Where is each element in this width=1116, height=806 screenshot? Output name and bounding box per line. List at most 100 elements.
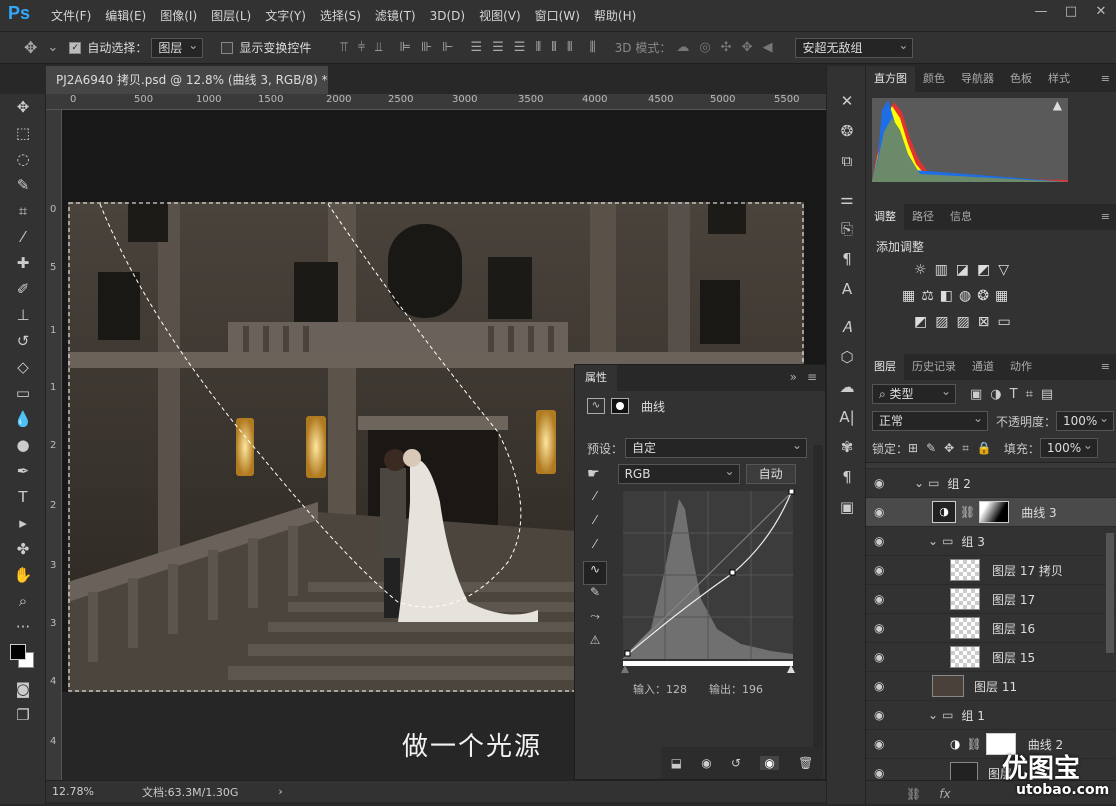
link-icon[interactable]: ⛓ bbox=[960, 505, 975, 519]
status-menu-icon[interactable]: › bbox=[278, 785, 282, 798]
tab-channels[interactable]: 通道 bbox=[964, 354, 1002, 380]
layer-row-group-3[interactable]: ◉ ⌄ ▭ 组 3 bbox=[866, 527, 1116, 556]
align-bottom-icon[interactable]: ⫫ bbox=[375, 40, 382, 55]
timeline-icon[interactable]: ▣ bbox=[827, 492, 867, 522]
align-top-icon[interactable]: ⫪ bbox=[340, 40, 347, 55]
expand-arrow-icon[interactable]: ⌄ bbox=[928, 534, 938, 548]
tab-swatches[interactable]: 色板 bbox=[1002, 66, 1040, 92]
visibility-eye-icon[interactable]: ◉ bbox=[874, 679, 884, 693]
panel-menu-icon[interactable]: ≡ bbox=[1101, 66, 1110, 92]
workspace-dropdown[interactable]: 安超无敌组 bbox=[795, 36, 914, 58]
tab-histogram[interactable]: 直方图 bbox=[866, 66, 915, 92]
document-tab[interactable]: PJ2A6940 拷贝.psd @ 12.8% (曲线 3, RGB/8) * … bbox=[46, 66, 328, 94]
quick-mask-icon[interactable]: ◙ bbox=[0, 676, 46, 702]
view-previous-icon[interactable]: ◉ bbox=[701, 756, 711, 770]
layers-scrollbar[interactable] bbox=[1106, 533, 1114, 653]
curves-graph[interactable] bbox=[621, 489, 797, 673]
healing-tool-icon[interactable]: ✚ bbox=[0, 250, 46, 276]
character-style-icon[interactable]: ¶ bbox=[827, 244, 867, 274]
color-lookup-icon[interactable]: ▦ bbox=[995, 288, 1008, 304]
eraser-tool-icon[interactable]: ◇ bbox=[0, 354, 46, 380]
tab-color[interactable]: 颜色 bbox=[915, 66, 953, 92]
layer-row-layer-17[interactable]: ◉ 图层 17 bbox=[866, 585, 1116, 614]
visibility-eye-icon[interactable]: ◉ bbox=[874, 563, 884, 577]
collapse-icon[interactable]: » bbox=[790, 370, 797, 384]
zoom-tool-icon[interactable]: ⌕ bbox=[0, 588, 46, 614]
quick-select-tool-icon[interactable]: ✎ bbox=[0, 172, 46, 198]
tab-layers[interactable]: 图层 bbox=[866, 354, 904, 380]
invert-icon[interactable]: ◩ bbox=[914, 314, 927, 330]
color-balance-icon[interactable]: ⚖ bbox=[921, 288, 934, 304]
glyphs-icon[interactable]: A| bbox=[827, 402, 867, 432]
channel-mixer-icon[interactable]: ❂ bbox=[977, 288, 989, 304]
sliders-icon[interactable]: ⚌ bbox=[827, 184, 867, 214]
tab-info[interactable]: 信息 bbox=[942, 204, 980, 230]
menu-view[interactable]: 视图(V) bbox=[472, 0, 528, 32]
expand-arrow-icon[interactable]: ⌄ bbox=[928, 708, 938, 722]
expand-arrow-icon[interactable]: ⌄ bbox=[914, 476, 924, 490]
crop-tool-icon[interactable]: ⌗ bbox=[0, 198, 46, 224]
menu-image[interactable]: 图像(I) bbox=[153, 0, 204, 32]
tab-paths[interactable]: 路径 bbox=[904, 204, 942, 230]
history-brush-tool-icon[interactable]: ↺ bbox=[0, 328, 46, 354]
swap-icon[interactable]: ⧉ bbox=[827, 146, 867, 176]
dodge-tool-icon[interactable]: ● bbox=[0, 432, 46, 458]
lasso-tool-icon[interactable]: ◌ bbox=[0, 146, 46, 172]
tools-icon[interactable]: ✕ bbox=[827, 86, 867, 116]
properties-tab[interactable]: 属性 bbox=[575, 365, 617, 391]
properties-scrollbar[interactable] bbox=[813, 445, 823, 755]
maximize-button[interactable]: □ bbox=[1056, 0, 1086, 24]
shape-tool-icon[interactable]: ✤ bbox=[0, 536, 46, 562]
target-adjust-icon[interactable]: ☛ bbox=[587, 466, 600, 482]
orbit-3d-icon[interactable]: ☁ bbox=[676, 40, 689, 55]
drag-3d-icon[interactable]: ✣ bbox=[721, 40, 732, 55]
align-vcenter-icon[interactable]: ⫩ bbox=[358, 40, 365, 55]
paragraph-icon[interactable]: ¶ bbox=[827, 462, 867, 492]
pen-tool-icon[interactable]: ✒ bbox=[0, 458, 46, 484]
auto-align-icon[interactable]: ⫼ bbox=[590, 40, 596, 55]
warning-icon[interactable]: ▲ bbox=[1053, 98, 1062, 112]
lock-icons[interactable]: ⊞✎✥⌗🔒 bbox=[908, 441, 1000, 456]
filter-icons[interactable]: ▣◑T⌗▤ bbox=[970, 387, 1061, 402]
distribute-hcenter-icon[interactable]: ⦀ bbox=[551, 40, 557, 55]
link-layers-icon[interactable]: ⛓ bbox=[906, 787, 921, 801]
trash-icon[interactable]: 🗑 bbox=[798, 756, 813, 770]
threshold-icon[interactable]: ▨ bbox=[956, 314, 969, 330]
vibrance-icon[interactable]: ▽ bbox=[998, 262, 1009, 278]
visibility-eye-icon[interactable]: ◉ bbox=[874, 708, 884, 722]
layer-row-group-2[interactable]: ◉ ⌄ ▭ 组 2 bbox=[866, 469, 1116, 498]
reset-icon[interactable]: ↺ bbox=[731, 756, 741, 770]
menu-edit[interactable]: 编辑(E) bbox=[98, 0, 153, 32]
visibility-eye-icon[interactable]: ◉ bbox=[874, 737, 884, 751]
hand-tool-icon[interactable]: ✋ bbox=[0, 562, 46, 588]
close-window-button[interactable]: ✕ bbox=[1086, 0, 1116, 24]
distribute-left-icon[interactable]: ⦀ bbox=[535, 40, 541, 55]
distribute-bottom-icon[interactable]: ☰ bbox=[514, 40, 526, 55]
gray-point-eyedropper-icon[interactable]: ⁄ bbox=[583, 513, 607, 537]
3d-cube-icon[interactable]: ⬡ bbox=[827, 342, 867, 372]
camera-3d-icon[interactable]: ◀ bbox=[762, 40, 772, 55]
visibility-eye-icon[interactable]: ◉ bbox=[874, 476, 884, 490]
link-icon[interactable]: ⛓ bbox=[966, 737, 981, 751]
paint-icon[interactable]: ❂ bbox=[827, 116, 867, 146]
layer-row-layer-11[interactable]: ◉ 图层 11 bbox=[866, 672, 1116, 701]
slide-3d-icon[interactable]: ✥ bbox=[742, 40, 753, 55]
distribute-vcenter-icon[interactable]: ☰ bbox=[492, 40, 504, 55]
black-point-eyedropper-icon[interactable]: ⁄ bbox=[583, 489, 607, 513]
curves-adjust-icon[interactable]: ∿ bbox=[587, 398, 605, 414]
visibility-eye-icon[interactable]: ◉ bbox=[874, 621, 884, 635]
foreground-color[interactable] bbox=[10, 644, 26, 660]
visibility-eye-icon[interactable]: ◉ bbox=[874, 592, 884, 606]
visibility-eye-icon[interactable]: ◉ bbox=[874, 505, 884, 519]
selective-color-icon[interactable]: ⊠ bbox=[978, 314, 990, 330]
clone-icon[interactable]: ⎘ bbox=[827, 214, 867, 244]
more-tools-icon[interactable]: ··· bbox=[0, 614, 46, 640]
menu-type[interactable]: 文字(Y) bbox=[258, 0, 313, 32]
layer-mask-thumbnail[interactable] bbox=[979, 501, 1010, 523]
photo-filter-icon[interactable]: ◍ bbox=[959, 288, 971, 304]
preset-dropdown[interactable]: 自定 bbox=[625, 436, 808, 458]
clip-to-layer-icon[interactable]: ⬓ bbox=[671, 756, 682, 770]
tab-styles[interactable]: 样式 bbox=[1040, 66, 1078, 92]
auto-button[interactable]: 自动 bbox=[745, 464, 796, 484]
gradient-map-icon[interactable]: ▭ bbox=[997, 314, 1010, 330]
